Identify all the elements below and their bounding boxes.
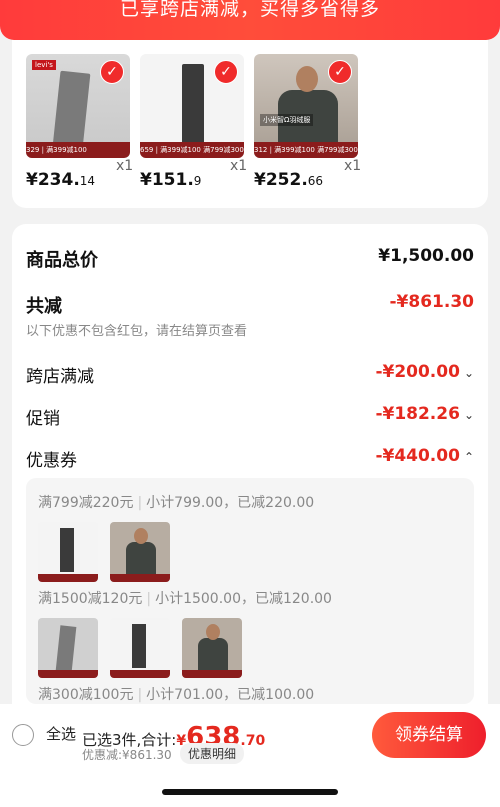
mini-product-image	[110, 618, 170, 678]
product-qty: x1	[230, 158, 248, 174]
selected-check-icon[interactable]: ✓	[328, 60, 352, 84]
coupon-value[interactable]: -¥440.00 ⌃	[375, 446, 474, 466]
price-detail-card: 商品总价 ¥1,500.00 共减 -¥861.30 以下优惠不包含红包，请在结…	[12, 224, 488, 704]
coupon-detail-box: 满799减220元 | 小计799.00，已减220.00 满1500减120元 | 小…	[26, 478, 474, 704]
reduce-value: -¥861.30	[389, 292, 475, 312]
mini-product-image	[182, 618, 242, 678]
select-all-radio[interactable]	[12, 724, 34, 746]
checkout-button[interactable]: 领券结算	[372, 712, 486, 758]
product-item[interactable]: levi's ✓ 329 | 满399减100 ¥234.14	[26, 54, 130, 190]
discount-detail-button[interactable]: 优惠明细	[180, 743, 245, 764]
chevron-up-icon: ⌃	[463, 450, 474, 464]
mini-product-image	[38, 618, 98, 678]
total-value: ¥1,500.00	[378, 246, 474, 266]
product-item[interactable]: ✓ 659 | 满399减100 满799减300 ¥151.9	[140, 54, 244, 190]
coupon-label: 优惠券	[26, 451, 77, 471]
product-image[interactable]: 小米智Ω羽绒服 ✓ 312 | 满399减100 满799减300	[254, 54, 358, 158]
product-price: ¥234.14	[26, 170, 96, 190]
model-head	[296, 66, 318, 92]
discount-total: 优惠减:¥861.30	[82, 748, 172, 762]
cross-store-value[interactable]: -¥200.00 ⌄	[375, 362, 474, 382]
total-label: 商品总价	[26, 250, 98, 271]
product-price: ¥151.9	[140, 170, 202, 190]
cross-store-label: 跨店满减	[26, 367, 94, 387]
coupon-rule-line: 满799减220元 | 小计799.00，已减220.00	[38, 495, 315, 511]
mini-product-image	[38, 522, 98, 582]
promo-value[interactable]: -¥182.26 ⌄	[375, 404, 474, 424]
product-badge: 小米智Ω羽绒服	[260, 114, 314, 126]
home-indicator[interactable]	[162, 789, 338, 795]
select-all-label[interactable]: 全选	[46, 723, 76, 744]
coupon-rule-line: 满300减100元 | 小计701.00，已减100.00	[38, 687, 315, 703]
chevron-down-icon: ⌄	[463, 408, 474, 422]
selected-check-icon[interactable]: ✓	[214, 60, 238, 84]
reduce-label: 共减	[26, 296, 62, 317]
product-price: ¥252.66	[254, 170, 324, 190]
product-card: levi's ✓ 329 | 满399减100 ¥234.14 x1 ✓ 659…	[12, 40, 488, 208]
product-price-bar: 659 | 满399减100 满799减300	[140, 142, 244, 158]
promo-banner: 已享跨店满减，买得多省得多	[0, 0, 500, 40]
product-image[interactable]: ✓ 659 | 满399减100 满799减300	[140, 54, 244, 158]
selected-check-icon[interactable]: ✓	[100, 60, 124, 84]
product-qty: x1	[116, 158, 134, 174]
product-price-bar: 312 | 满399减100 满799减300	[254, 142, 358, 158]
product-image[interactable]: levi's ✓ 329 | 满399减100	[26, 54, 130, 158]
chevron-down-icon: ⌄	[463, 366, 474, 380]
product-price-bar: 329 | 满399减100	[26, 142, 130, 158]
product-item[interactable]: 小米智Ω羽绒服 ✓ 312 | 满399减100 满799减300 ¥252.6…	[254, 54, 358, 190]
brand-logo: levi's	[32, 60, 56, 70]
coupon-rule-line: 满1500减120元 | 小计1500.00，已减120.00	[38, 591, 332, 607]
product-qty: x1	[344, 158, 362, 174]
promo-label: 促销	[26, 409, 60, 429]
mini-product-image	[110, 522, 170, 582]
discount-note: 以下优惠不包含红包，请在结算页查看	[26, 324, 248, 339]
jeans-image	[182, 64, 204, 144]
banner-text: 已享跨店满减，买得多省得多	[119, 0, 380, 20]
